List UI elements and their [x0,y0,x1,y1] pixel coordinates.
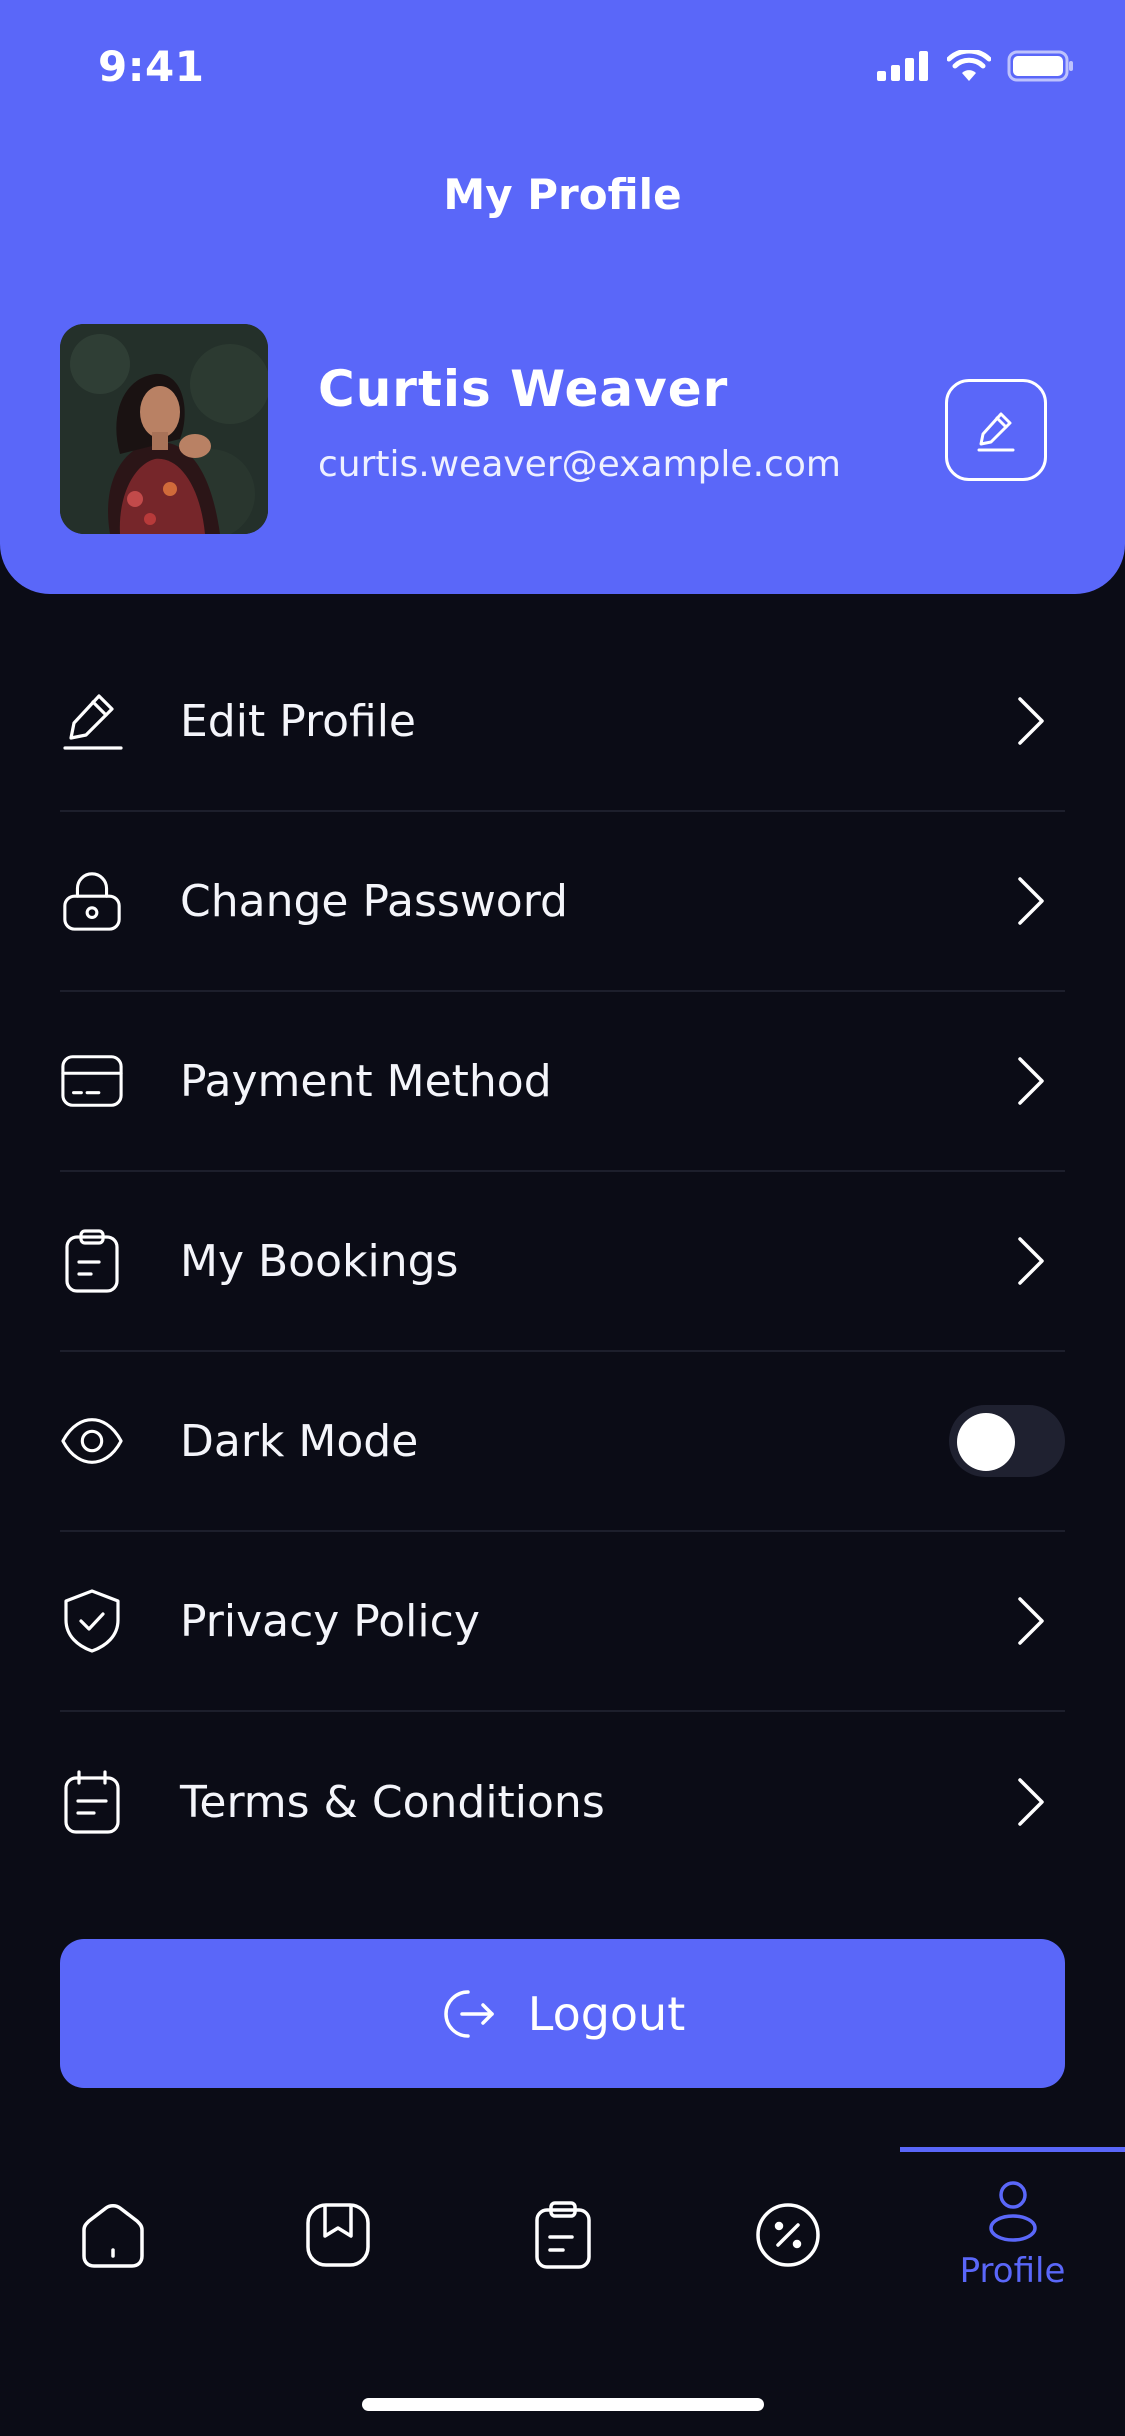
pencil-icon [973,407,1019,453]
menu-item-my-bookings[interactable]: My Bookings [60,1172,1065,1352]
menu-item-label: Terms & Conditions [180,1776,605,1828]
menu-item-payment-method[interactable]: Payment Method [60,992,1065,1172]
menu-item-label: Dark Mode [180,1415,419,1467]
lock-icon [60,869,124,933]
page-title: My Profile [443,170,682,219]
profile-screen: 9:41 My Profile Curtis Weaver curtis.wea… [0,0,1125,2436]
status-icons [877,50,1075,82]
edit-profile-button[interactable] [945,379,1047,481]
home-indicator [362,2398,764,2411]
user-email: curtis.weaver@example.com [318,444,841,485]
bottom-tab-bar: Profile [0,2160,1125,2310]
avatar[interactable] [60,324,268,534]
chevron-right-icon [1011,1231,1051,1291]
pencil-icon [60,689,124,753]
active-tab-indicator [900,2147,1125,2152]
battery-icon [1007,50,1075,82]
tab-offers[interactable] [675,2160,900,2310]
menu-item-label: Change Password [180,875,568,927]
menu-item-label: My Bookings [180,1235,459,1287]
menu-item-label: Payment Method [180,1055,552,1107]
toggle-knob [957,1413,1015,1471]
logout-label: Logout [527,1986,686,2041]
user-icon [987,2179,1039,2243]
clipboard-icon [60,1229,124,1293]
eye-icon [60,1409,124,1473]
status-time: 9:41 [98,42,205,91]
credit-card-icon [60,1049,124,1113]
chevron-right-icon [1011,871,1051,931]
menu-item-edit-profile[interactable]: Edit Profile [60,632,1065,812]
tab-bookings[interactable] [450,2160,675,2310]
settings-menu: Edit Profile Change Password Payment Met… [60,632,1065,1892]
calendar-note-icon [60,1770,124,1834]
profile-header: 9:41 My Profile Curtis Weaver curtis.wea… [0,0,1125,594]
menu-item-change-password[interactable]: Change Password [60,812,1065,992]
clipboard-icon [533,2200,593,2270]
chevron-right-icon [1011,691,1051,751]
chevron-right-icon [1011,1772,1051,1832]
wifi-icon [947,50,991,82]
logout-button[interactable]: Logout [60,1939,1065,2088]
shield-check-icon [60,1589,124,1653]
chevron-right-icon [1011,1051,1051,1111]
menu-item-dark-mode: Dark Mode [60,1352,1065,1532]
discount-icon [753,2200,823,2270]
tab-home[interactable] [0,2160,225,2310]
chevron-right-icon [1011,1591,1051,1651]
menu-item-label: Edit Profile [180,695,417,747]
dark-mode-toggle[interactable] [949,1405,1065,1477]
tab-saved[interactable] [225,2160,450,2310]
menu-item-label: Privacy Policy [180,1595,480,1647]
tab-profile-label: Profile [959,2251,1066,2291]
menu-item-terms-conditions[interactable]: Terms & Conditions [60,1712,1065,1892]
tab-profile[interactable]: Profile [900,2160,1125,2310]
signal-icon [877,51,931,81]
home-icon [78,2200,148,2270]
bookmark-icon [303,2200,373,2270]
user-name: Curtis Weaver [318,360,729,418]
menu-item-privacy-policy[interactable]: Privacy Policy [60,1532,1065,1712]
logout-icon [440,1986,496,2042]
